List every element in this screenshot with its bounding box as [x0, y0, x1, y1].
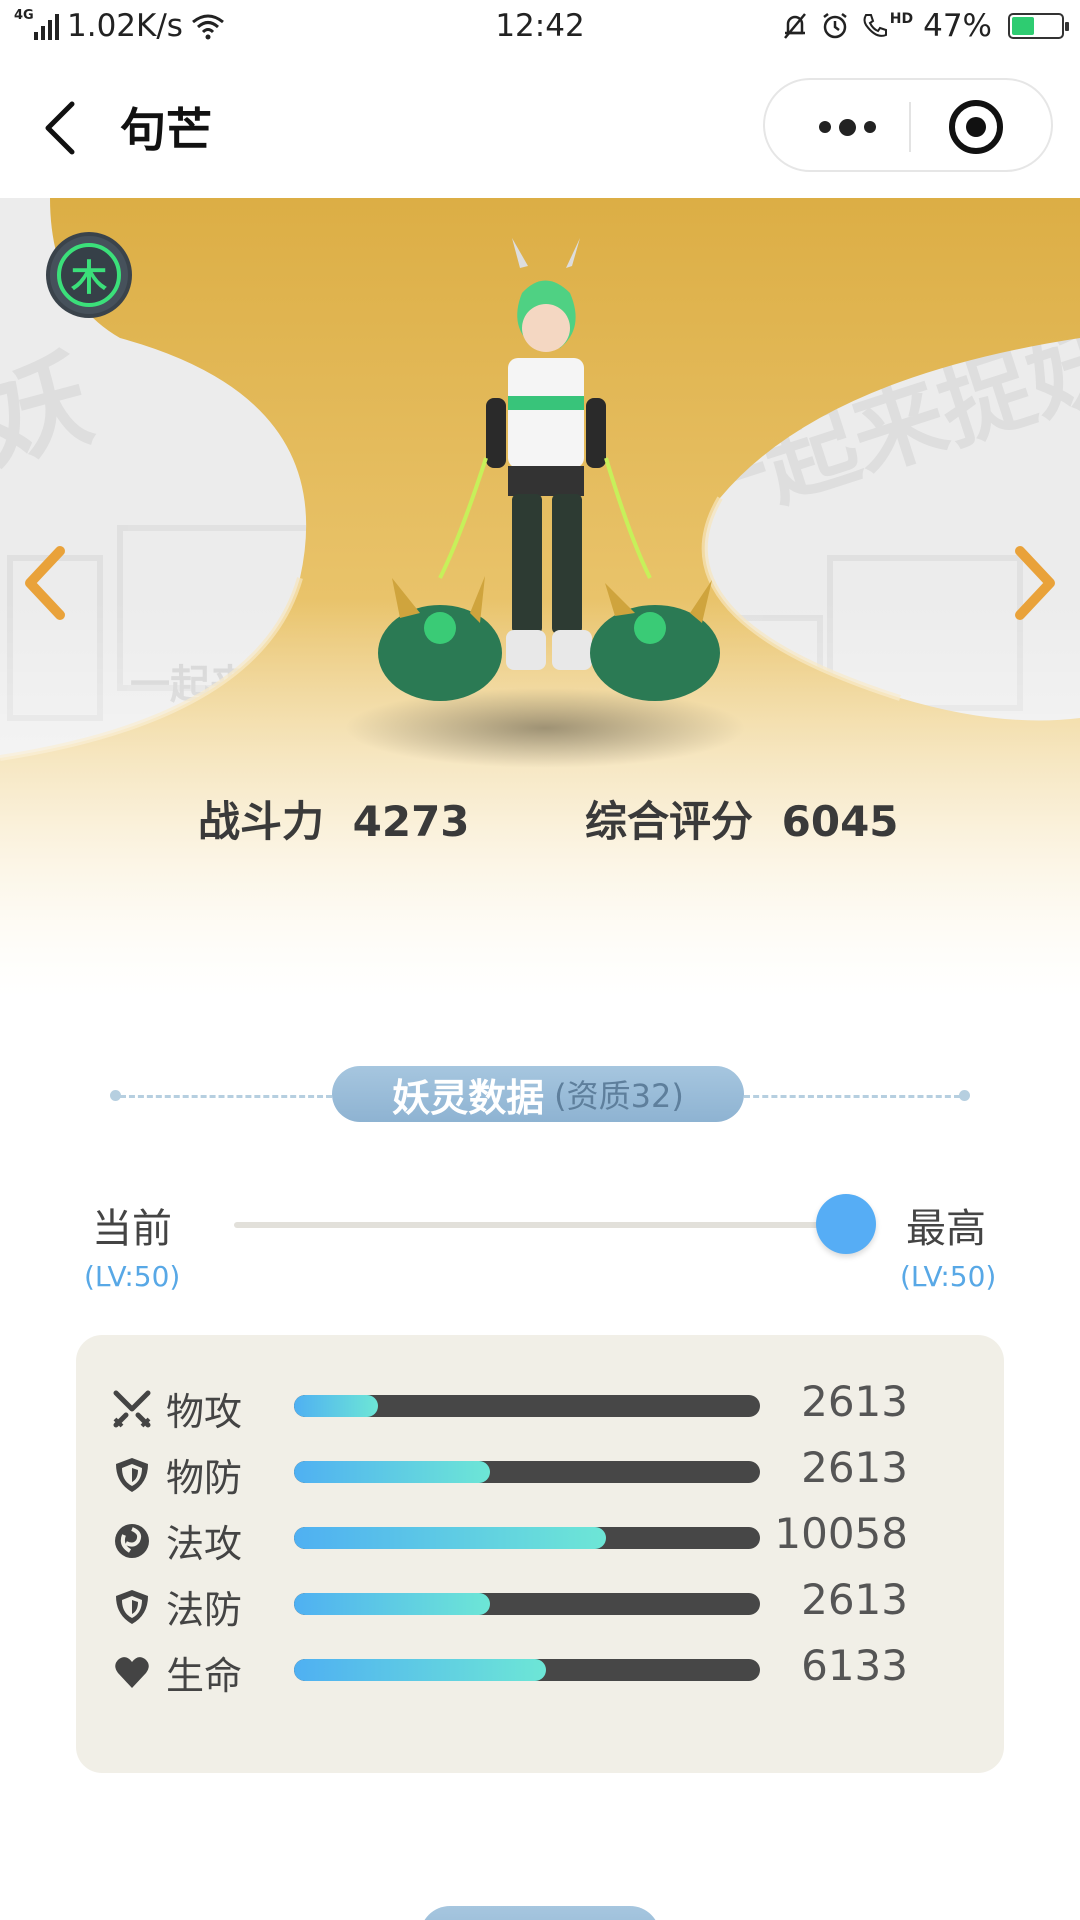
attr-value: 10058: [774, 1509, 908, 1558]
section-quality: (资质32): [554, 1077, 684, 1115]
attr-bar: [294, 1461, 760, 1483]
shield-icon: [116, 1458, 148, 1492]
hero-background: 一起来捉妖 一起来捉妖 妖: [0, 198, 1080, 998]
mini-program-capsule: [763, 78, 1053, 172]
overall-score-label: 综合评分: [585, 797, 754, 846]
attr-bar-fill: [294, 1527, 607, 1549]
attr-bar: [294, 1395, 760, 1417]
level-slider-track[interactable]: [234, 1222, 844, 1228]
heart-icon: [115, 1657, 149, 1688]
attr-bar: [294, 1527, 760, 1549]
attr-value: 2613: [801, 1443, 908, 1492]
level-slider-thumb[interactable]: [816, 1194, 876, 1254]
attr-bar-fill: [294, 1659, 546, 1681]
divider-dot-right: [959, 1090, 970, 1101]
attr-row: 物防 2613: [76, 1439, 1004, 1505]
attr-value: 2613: [801, 1377, 908, 1426]
attr-bar: [294, 1659, 760, 1681]
attr-bar-fill: [294, 1461, 490, 1483]
current-level: (LV:50): [84, 1260, 181, 1293]
section-header: 妖灵数据 (资质32): [110, 1066, 970, 1126]
page-title: 句芒: [120, 103, 212, 157]
magic-swirl-icon: [115, 1524, 149, 1558]
hd-call-icon: HD: [860, 11, 913, 41]
max-level: (LV:50): [900, 1260, 997, 1293]
swords-icon: [113, 1390, 151, 1428]
attr-name: 法攻: [166, 1522, 243, 1566]
combat-power-label: 战斗力: [198, 797, 325, 846]
attr-bar: [294, 1593, 760, 1615]
divider-left: [120, 1095, 332, 1098]
status-bar: 4G 1.02K/s 12:42 HD 47%: [0, 0, 1080, 56]
element-char: 木: [57, 243, 121, 307]
overall-score-value: 6045: [781, 797, 899, 846]
attr-bar-fill: [294, 1593, 490, 1615]
max-label: 最高: [906, 1206, 986, 1252]
combat-power: 战斗力 4273: [198, 788, 470, 849]
element-wood-badge: 木: [46, 232, 132, 318]
attr-name: 物防: [166, 1456, 243, 1500]
attr-row: 物攻 2613: [76, 1373, 1004, 1439]
battery-icon: [1008, 13, 1069, 39]
alarm-icon: [823, 13, 847, 39]
current-label: 当前: [92, 1206, 172, 1252]
attr-bar-fill: [294, 1395, 378, 1417]
attr-name: 物攻: [166, 1390, 243, 1434]
mute-bell-icon: [783, 13, 806, 39]
attr-name: 生命: [166, 1654, 243, 1698]
section-title-pill: 妖灵数据 (资质32): [332, 1066, 744, 1122]
capsule-divider: [909, 102, 911, 152]
attr-value: 6133: [801, 1641, 908, 1690]
next-arrow-icon[interactable]: [1010, 543, 1060, 623]
section-title: 妖灵数据: [392, 1075, 545, 1120]
level-slider-row: 当前 (LV:50) 最高 (LV:50): [0, 1190, 1080, 1300]
close-target-icon[interactable]: [949, 100, 1003, 154]
divider-right: [744, 1095, 960, 1098]
attr-value: 2613: [801, 1575, 908, 1624]
hero-banner: 一起来捉妖 一起来捉妖 妖: [0, 198, 1080, 998]
attribute-panel: 物攻 2613 物防 2613 法攻 10058 法防 2613 生命 6133: [76, 1335, 1004, 1773]
prev-arrow-icon[interactable]: [20, 543, 70, 623]
battery-percent: 47%: [923, 8, 992, 44]
overall-score: 综合评分 6045: [585, 788, 899, 849]
attr-name: 法防: [166, 1588, 243, 1632]
attr-row: 法攻 10058: [76, 1505, 1004, 1571]
magic-shield-icon: [116, 1590, 148, 1624]
nav-bar: 句芒: [0, 56, 1080, 196]
next-section-pill: [420, 1906, 660, 1920]
attr-row: 法防 2613: [76, 1571, 1004, 1637]
combat-power-value: 4273: [352, 797, 470, 846]
back-chevron-icon[interactable]: [38, 98, 88, 158]
attr-row: 生命 6133: [76, 1637, 1004, 1703]
status-right: HD 47%: [780, 8, 1069, 44]
more-dots-icon[interactable]: [805, 80, 889, 174]
